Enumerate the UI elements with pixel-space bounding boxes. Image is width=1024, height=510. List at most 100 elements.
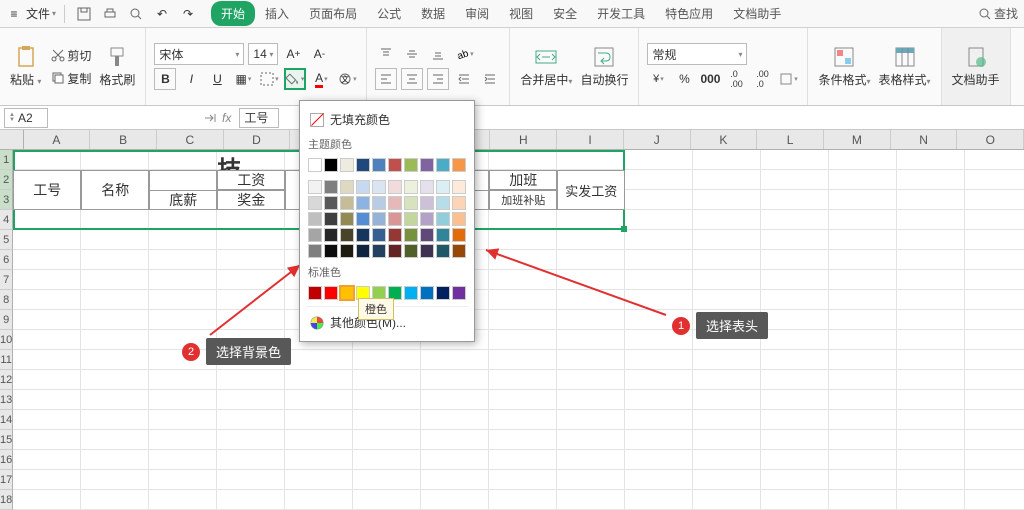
color-swatch[interactable]: [372, 196, 386, 210]
phonetic-icon[interactable]: 文▾: [336, 68, 358, 90]
fx-icon[interactable]: fx: [222, 111, 231, 125]
format-painter-button[interactable]: 格式刷: [97, 41, 137, 92]
increase-decimal-icon[interactable]: .0.00: [725, 68, 747, 90]
color-swatch[interactable]: [324, 180, 338, 194]
align-left-icon[interactable]: [375, 68, 397, 90]
tab-data[interactable]: 数据: [411, 1, 455, 26]
fill-color-button[interactable]: ▾: [284, 68, 306, 90]
table-cell[interactable]: 加班补贴: [489, 190, 557, 210]
number-format-select[interactable]: 常规▾: [647, 43, 747, 65]
tab-review[interactable]: 审阅: [455, 1, 499, 26]
color-swatch[interactable]: [404, 212, 418, 226]
tab-start[interactable]: 开始: [211, 1, 255, 26]
color-swatch[interactable]: [388, 158, 402, 172]
color-swatch[interactable]: [356, 180, 370, 194]
color-swatch[interactable]: [356, 158, 370, 172]
orientation-icon[interactable]: ab▾: [453, 43, 475, 65]
undo-icon[interactable]: ↶: [151, 3, 173, 25]
color-swatch[interactable]: [324, 228, 338, 242]
color-swatch[interactable]: [356, 228, 370, 242]
color-swatch[interactable]: [420, 180, 434, 194]
increase-font-icon[interactable]: A+: [282, 43, 304, 65]
col-header[interactable]: H: [490, 130, 557, 149]
table-style-button[interactable]: 表格样式▾: [876, 41, 932, 92]
align-center-icon[interactable]: [401, 68, 423, 90]
col-header[interactable]: O: [957, 130, 1024, 149]
tab-layout[interactable]: 页面布局: [299, 1, 367, 26]
col-header[interactable]: I: [557, 130, 624, 149]
table-cell[interactable]: 工号: [13, 170, 81, 210]
color-swatch[interactable]: [324, 158, 338, 172]
color-swatch[interactable]: [404, 228, 418, 242]
decrease-font-icon[interactable]: A-: [308, 43, 330, 65]
file-menu[interactable]: 文件▾: [26, 5, 56, 22]
font-name-select[interactable]: 宋体▾: [154, 43, 244, 65]
color-swatch[interactable]: [356, 212, 370, 226]
row-header[interactable]: 5: [0, 230, 13, 250]
color-swatch[interactable]: [452, 228, 466, 242]
color-swatch[interactable]: [404, 196, 418, 210]
color-swatch[interactable]: [452, 196, 466, 210]
color-swatch[interactable]: [388, 180, 402, 194]
italic-icon[interactable]: I: [180, 68, 202, 90]
color-swatch[interactable]: [324, 196, 338, 210]
color-swatch[interactable]: [452, 244, 466, 258]
col-header[interactable]: L: [757, 130, 824, 149]
color-swatch[interactable]: [436, 244, 450, 258]
color-swatch[interactable]: [452, 158, 466, 172]
color-swatch[interactable]: [420, 158, 434, 172]
currency-icon[interactable]: ¥▾: [647, 68, 669, 90]
col-header[interactable]: B: [90, 130, 157, 149]
comma-icon[interactable]: 000: [699, 68, 721, 90]
color-swatch[interactable]: [388, 212, 402, 226]
color-swatch[interactable]: [340, 196, 354, 210]
row-header[interactable]: 13: [0, 390, 13, 410]
format-icon[interactable]: ▾: [777, 68, 799, 90]
col-header[interactable]: J: [624, 130, 691, 149]
color-swatch[interactable]: [388, 228, 402, 242]
copy-button[interactable]: 复制: [47, 68, 95, 89]
tab-formula[interactable]: 公式: [367, 1, 411, 26]
row-header[interactable]: 6: [0, 250, 13, 270]
select-all-corner[interactable]: [0, 130, 24, 149]
color-swatch[interactable]: [308, 244, 322, 258]
color-swatch[interactable]: [308, 228, 322, 242]
color-swatch[interactable]: [372, 180, 386, 194]
wrap-text-button[interactable]: 自动换行: [578, 41, 630, 92]
color-swatch[interactable]: [436, 212, 450, 226]
name-box[interactable]: ▲▼ A2: [4, 108, 48, 128]
color-swatch[interactable]: [388, 244, 402, 258]
color-swatch[interactable]: [340, 244, 354, 258]
redo-icon[interactable]: ↷: [177, 3, 199, 25]
color-swatch[interactable]: [340, 180, 354, 194]
merge-center-button[interactable]: 合并居中▾: [518, 41, 574, 92]
color-swatch[interactable]: [436, 286, 450, 300]
color-swatch[interactable]: [404, 244, 418, 258]
align-top-icon[interactable]: [375, 43, 397, 65]
table-cell[interactable]: 奖金: [217, 190, 285, 210]
goto-icon[interactable]: [202, 110, 218, 126]
save-icon[interactable]: [73, 3, 95, 25]
cells-area[interactable]: 技 工号 名称 底薪 工资 奖金 早退 加班: [13, 150, 1024, 510]
row-header[interactable]: 8: [0, 290, 13, 310]
color-swatch[interactable]: [404, 158, 418, 172]
color-swatch[interactable]: [420, 212, 434, 226]
color-swatch[interactable]: [308, 212, 322, 226]
col-header[interactable]: N: [891, 130, 958, 149]
row-header[interactable]: 3: [0, 190, 13, 210]
color-swatch[interactable]: [436, 228, 450, 242]
table-cell[interactable]: 加班: [489, 170, 557, 190]
row-header[interactable]: 12: [0, 370, 13, 390]
search-button[interactable]: 查找: [979, 5, 1018, 22]
color-swatch[interactable]: [452, 212, 466, 226]
color-swatch[interactable]: [324, 286, 338, 300]
color-swatch[interactable]: [356, 244, 370, 258]
color-swatch[interactable]: [452, 180, 466, 194]
align-bottom-icon[interactable]: [427, 43, 449, 65]
underline-icon[interactable]: U: [206, 68, 228, 90]
cond-format-button[interactable]: 条件格式▾: [816, 41, 872, 92]
bold-icon[interactable]: B: [154, 68, 176, 90]
border-icon[interactable]: ▦▾: [232, 68, 254, 90]
hamburger-icon[interactable]: ≡: [6, 7, 22, 21]
color-swatch[interactable]: [340, 158, 354, 172]
